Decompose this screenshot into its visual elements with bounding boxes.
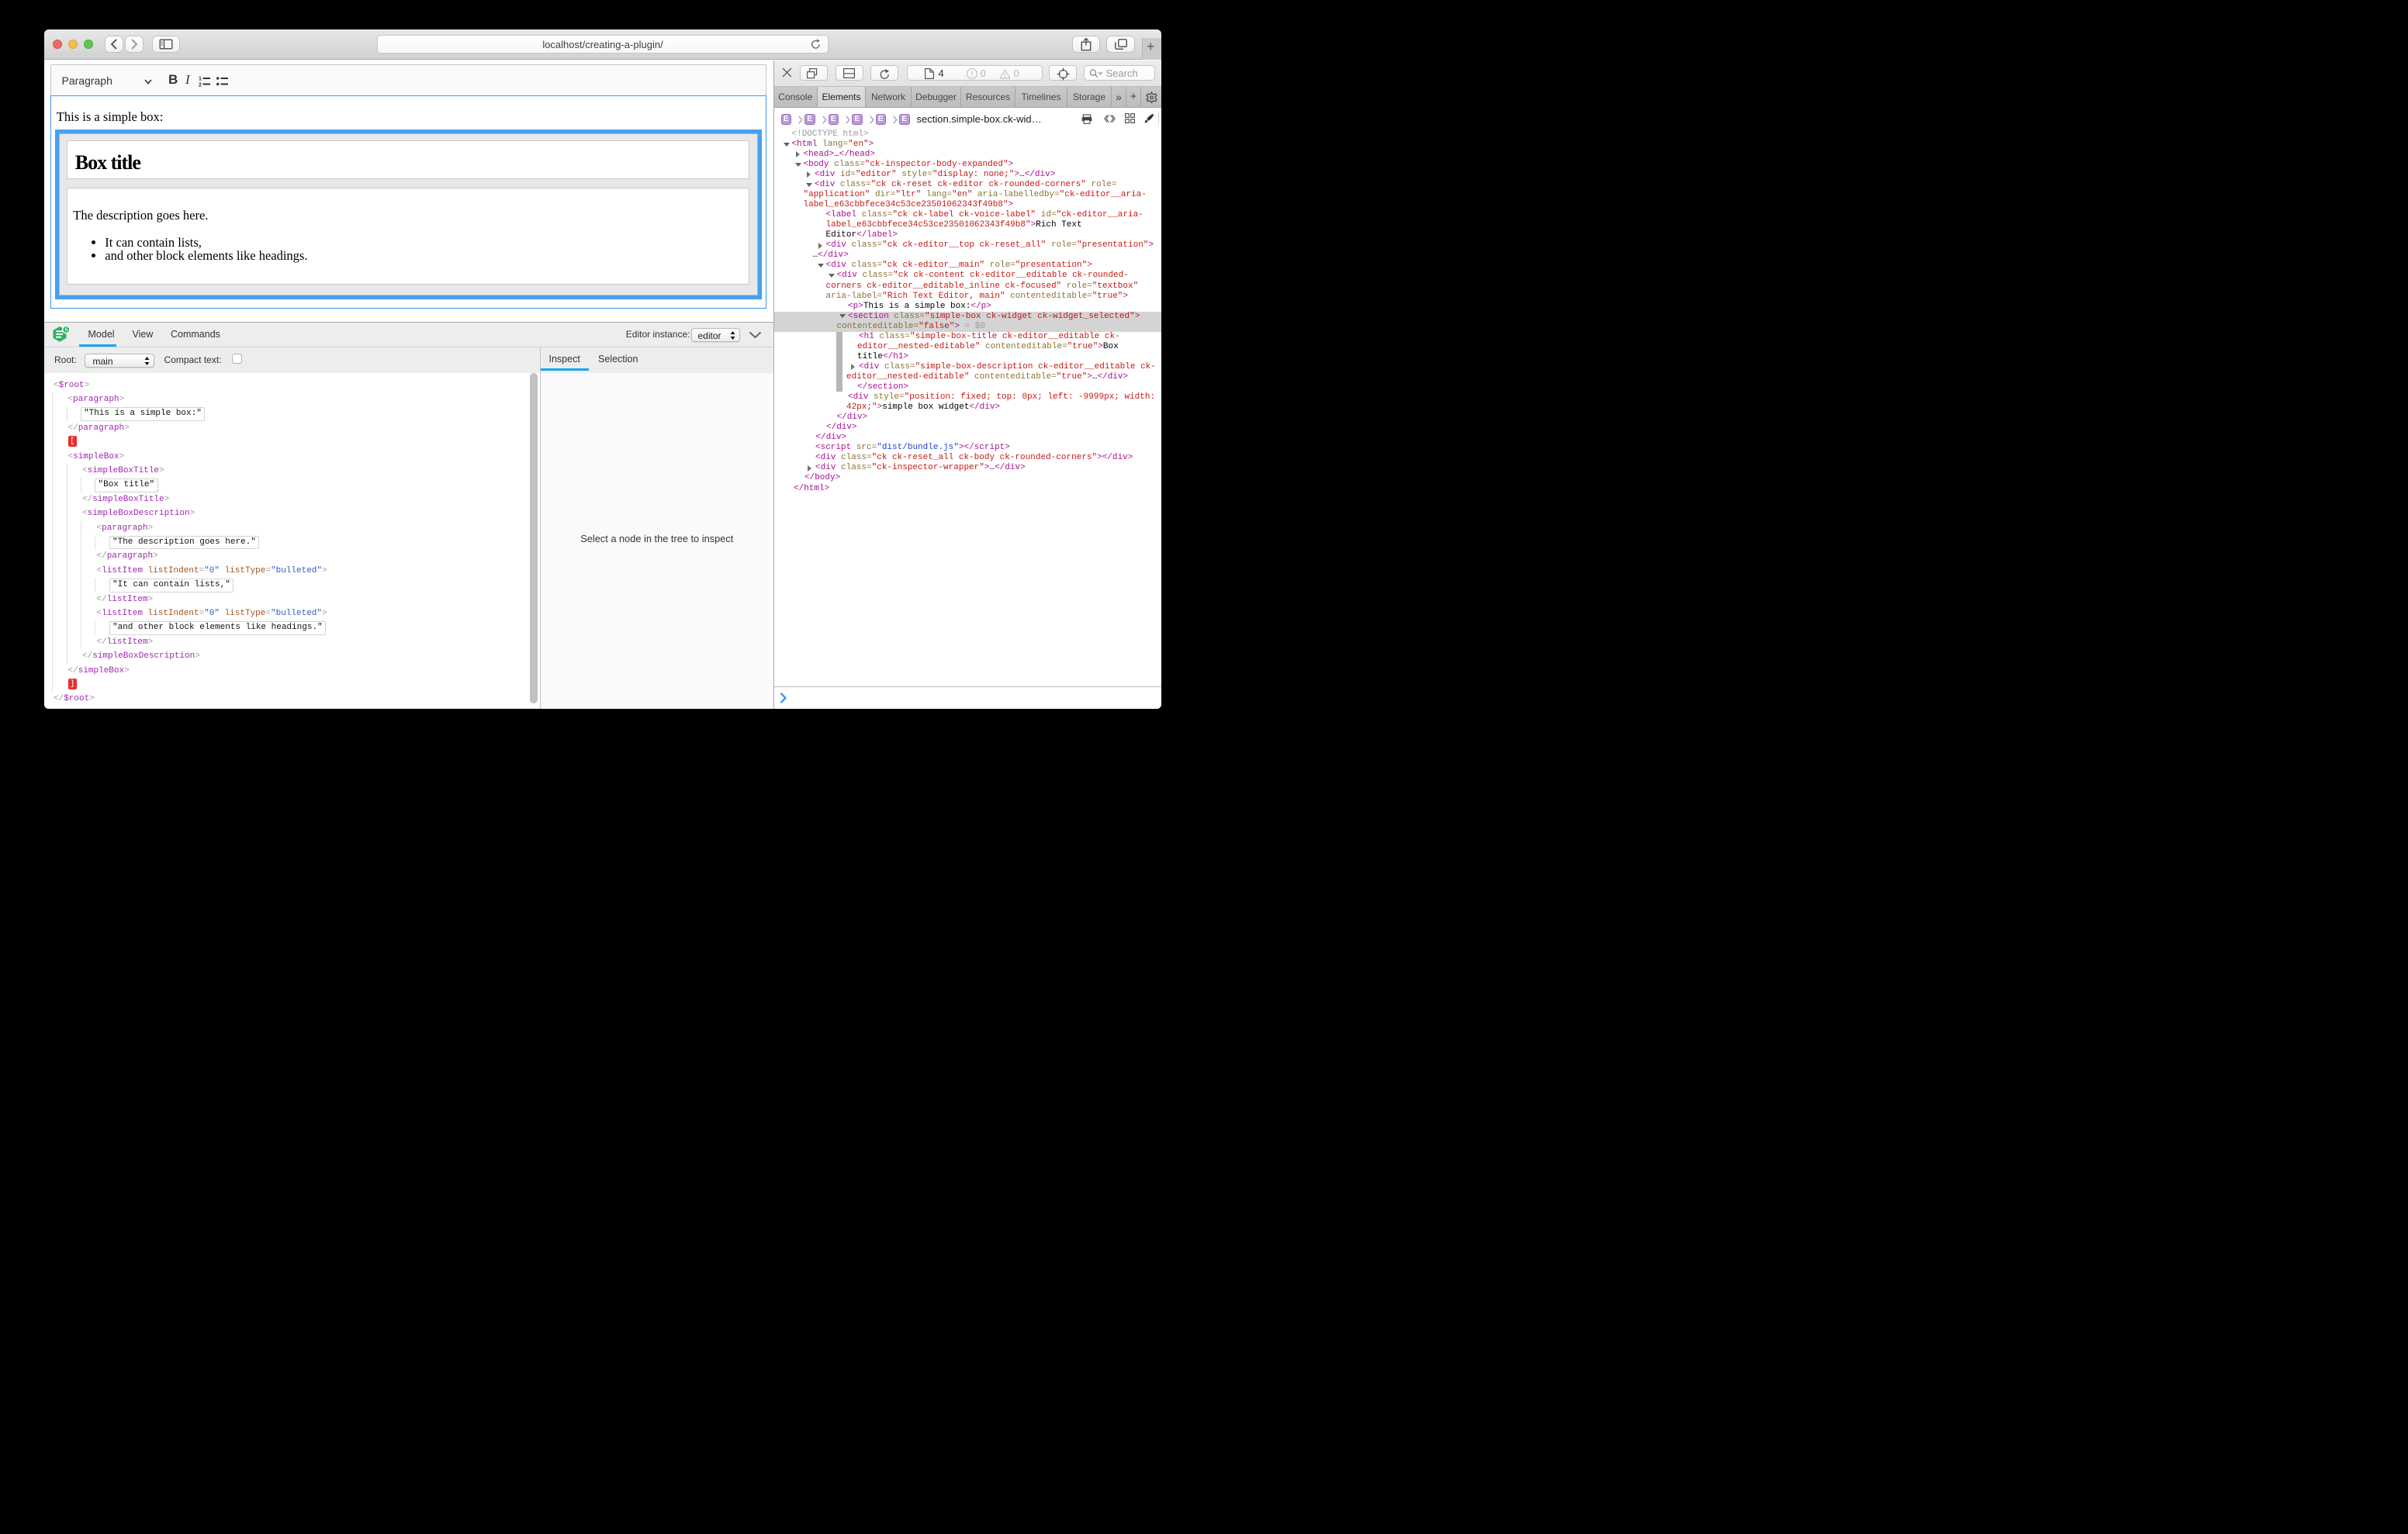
svg-text:1: 1 xyxy=(199,77,202,82)
svg-text:5: 5 xyxy=(65,327,68,333)
svg-text:2: 2 xyxy=(199,83,202,88)
